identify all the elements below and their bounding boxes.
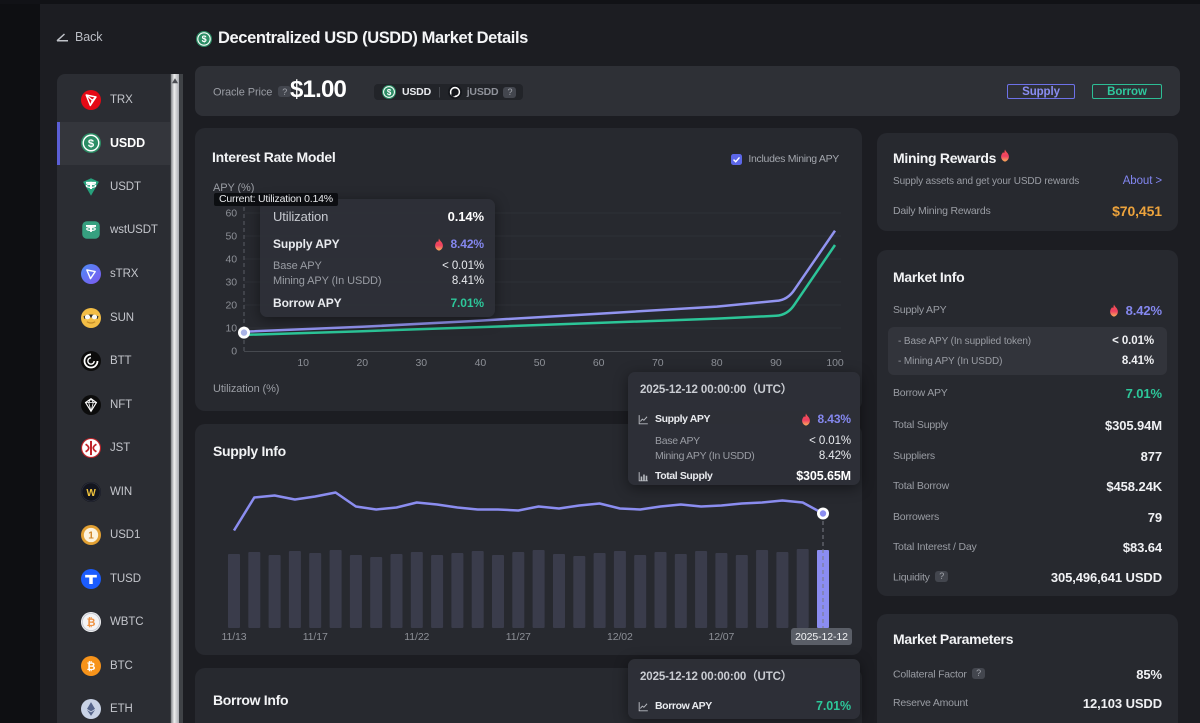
- svg-text:$: $: [387, 88, 392, 97]
- svg-text:30: 30: [226, 277, 238, 289]
- svg-text:$: $: [202, 34, 207, 44]
- svg-text:80: 80: [711, 357, 723, 369]
- svg-text:30: 30: [416, 357, 428, 369]
- svg-text:20: 20: [356, 357, 368, 369]
- svg-text:₿: ₿: [87, 661, 96, 673]
- svg-text:20: 20: [226, 300, 238, 312]
- svg-text:60: 60: [593, 357, 605, 369]
- svg-text:100: 100: [826, 357, 843, 369]
- svg-text:40: 40: [475, 357, 487, 369]
- svg-text:12/07: 12/07: [709, 631, 735, 643]
- svg-text:0: 0: [231, 346, 237, 358]
- svg-text:₿: ₿: [87, 617, 96, 629]
- svg-text:90: 90: [770, 357, 782, 369]
- svg-text:11/27: 11/27: [506, 631, 531, 643]
- svg-text:$: $: [88, 138, 95, 150]
- svg-text:50: 50: [534, 357, 546, 369]
- svg-text:W: W: [86, 487, 96, 498]
- svg-text:10: 10: [226, 323, 238, 335]
- svg-text:12/02: 12/02: [607, 631, 633, 643]
- svg-text:40: 40: [226, 254, 238, 266]
- svg-text:10: 10: [297, 357, 309, 369]
- svg-text:60: 60: [226, 208, 238, 220]
- svg-text:11/22: 11/22: [404, 631, 429, 643]
- svg-text:1: 1: [88, 531, 94, 542]
- svg-text:70: 70: [652, 357, 664, 369]
- svg-text:11/17: 11/17: [303, 631, 328, 643]
- svg-text:50: 50: [226, 231, 238, 243]
- svg-text:2025-12-12: 2025-12-12: [795, 631, 848, 643]
- svg-text:11/13: 11/13: [222, 631, 247, 643]
